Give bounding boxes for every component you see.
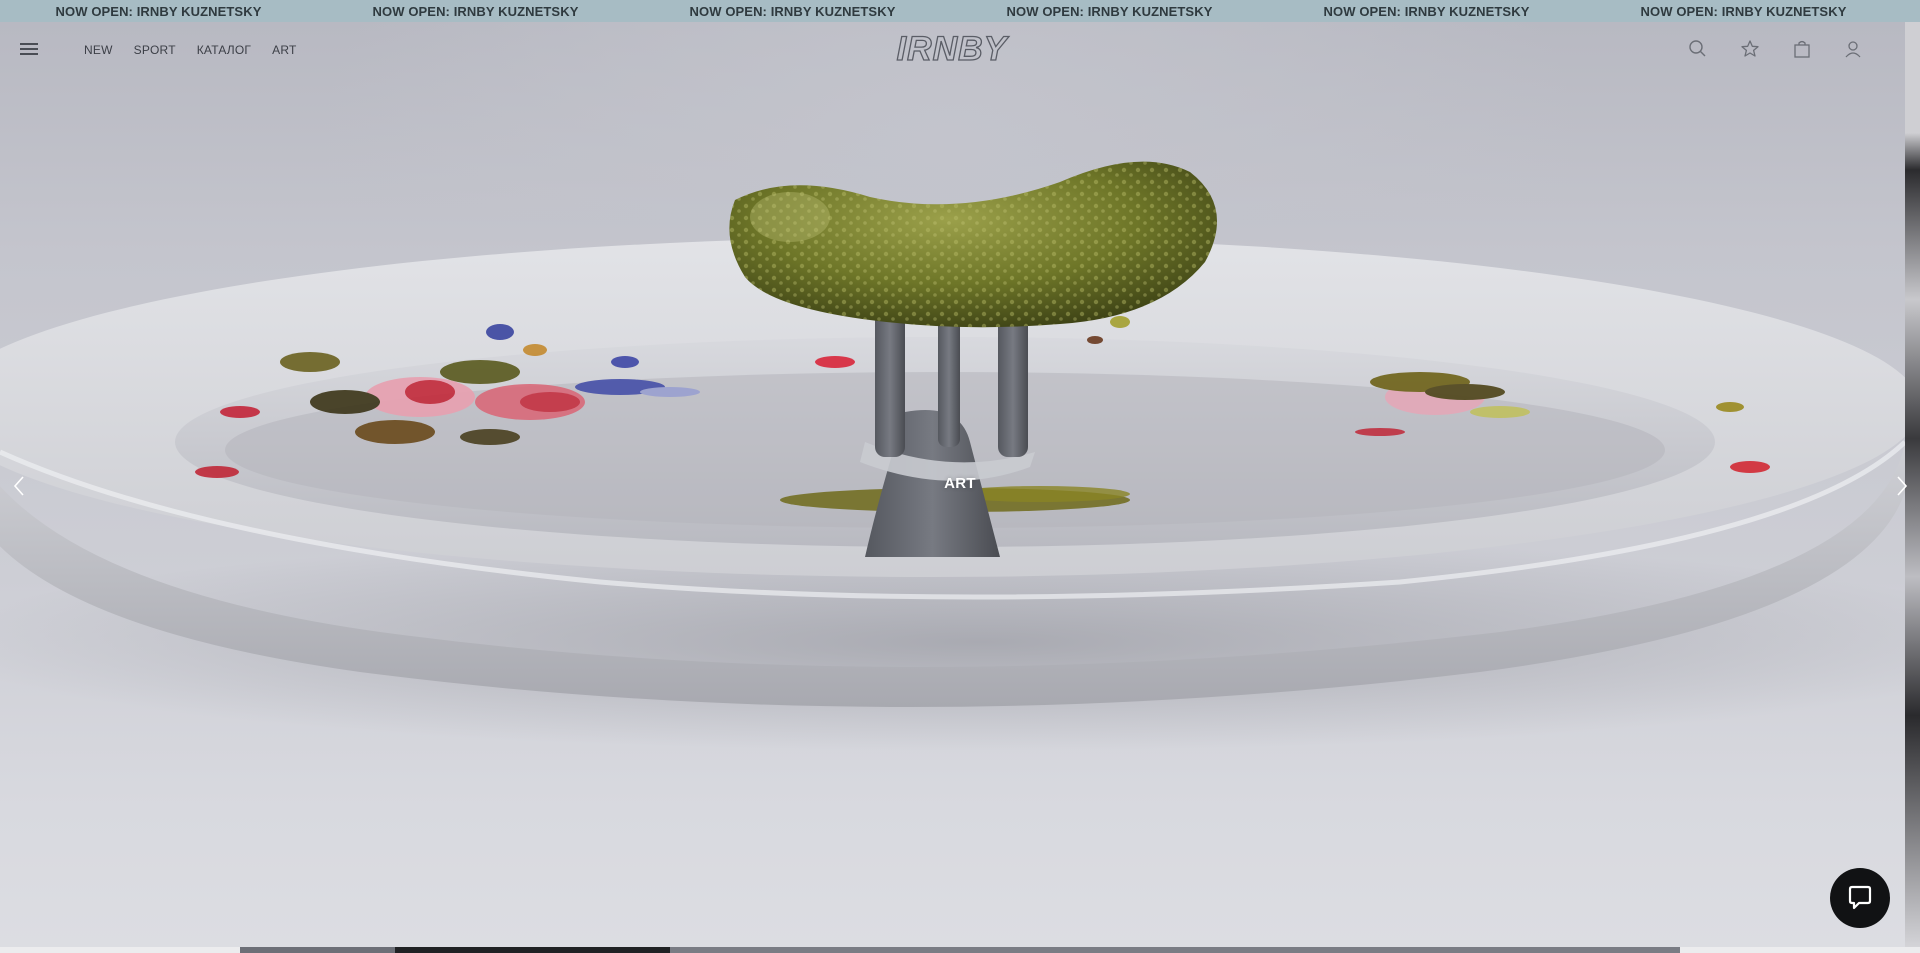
next-slide-chevron-right-icon[interactable] <box>1892 474 1912 498</box>
announcement-item[interactable]: NOW OPEN: IRNBY KUZNETSKY <box>634 4 951 19</box>
nav-item-catalog[interactable]: КАТАЛОГ <box>197 43 251 57</box>
favorites-star-icon[interactable] <box>1739 38 1761 60</box>
announcement-item[interactable]: NOW OPEN: IRNBY KUZNETSKY <box>1585 4 1902 19</box>
announcement-item[interactable]: NOW OPEN: IRNBY KUZNETSKY <box>951 4 1268 19</box>
slider-progress <box>0 947 1920 953</box>
nav-item-sport[interactable]: SPORT <box>134 43 176 57</box>
chat-button[interactable] <box>1830 868 1890 928</box>
search-icon[interactable] <box>1687 38 1709 60</box>
slide-caption[interactable]: ART <box>900 475 1020 492</box>
nav-item-new[interactable]: NEW <box>84 43 113 57</box>
announcement-item[interactable]: NOW OPEN: IRNBY KUZNETSKY <box>1268 4 1585 19</box>
main-nav: NEW SPORT КАТАЛОГ ART <box>84 43 318 57</box>
progress-segment <box>670 947 1680 953</box>
nav-item-art[interactable]: ART <box>272 43 296 57</box>
prev-slide-chevron-left-icon[interactable] <box>10 474 30 498</box>
announcement-track: NOW OPEN: IRNBY KUZNETSKY NOW OPEN: IRNB… <box>0 4 1902 19</box>
menu-icon[interactable] <box>20 43 38 55</box>
user-icon[interactable] <box>1842 38 1864 60</box>
chat-bubble-icon <box>1848 885 1872 910</box>
announcement-item[interactable]: NOW OPEN: IRNBY KUZNETSKY <box>0 4 317 19</box>
progress-segment <box>240 947 395 953</box>
announcement-item[interactable]: NOW OPEN: IRNBY KUZNETSKY <box>317 4 634 19</box>
announcement-bar: NOW OPEN: IRNBY KUZNETSKY NOW OPEN: IRNB… <box>0 0 1920 22</box>
bag-icon[interactable] <box>1791 38 1813 60</box>
logo[interactable]: IRNBY <box>872 31 1032 67</box>
site-header: NEW SPORT КАТАЛОГ ART IRNBY <box>0 22 1905 78</box>
logo-text: IRNBY <box>897 31 1010 67</box>
progress-segment-active <box>395 947 670 953</box>
